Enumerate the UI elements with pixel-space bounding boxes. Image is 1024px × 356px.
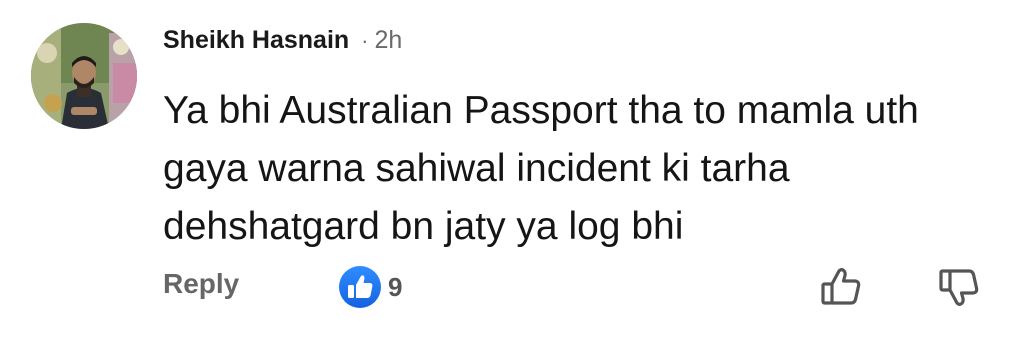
thumbs-up-outline-icon xyxy=(817,268,867,316)
dislike-button[interactable] xyxy=(935,262,985,312)
comment-card: Sheikh Hasnain · 2h Ya bhi Australian Pa… xyxy=(0,0,1024,356)
like-button[interactable] xyxy=(817,262,867,312)
comment-text-line: gaya warna sahiwal incident ki tarha xyxy=(163,147,790,190)
thumbs-up-badge-icon xyxy=(338,265,382,309)
avatar[interactable] xyxy=(31,23,137,129)
comment-text: Ya bhi Australian Passport tha to mamla … xyxy=(163,82,1003,256)
reaction-summary[interactable]: 9 xyxy=(338,265,402,309)
comment-text-line: Ya bhi Australian Passport tha to mamla … xyxy=(163,89,919,132)
comment-text-line: dehshatgard bn jaty ya log bhi xyxy=(163,205,684,248)
comment-actions: Reply 9 xyxy=(0,258,1024,318)
author-name[interactable]: Sheikh Hasnain xyxy=(163,26,349,55)
comment-header: Sheikh Hasnain · 2h xyxy=(163,26,402,60)
thumbs-down-outline-icon xyxy=(935,269,985,316)
reaction-count: 9 xyxy=(388,271,403,302)
timestamp: 2h xyxy=(374,26,403,54)
separator-dot: · xyxy=(361,28,369,53)
reply-button[interactable]: Reply xyxy=(163,268,239,300)
